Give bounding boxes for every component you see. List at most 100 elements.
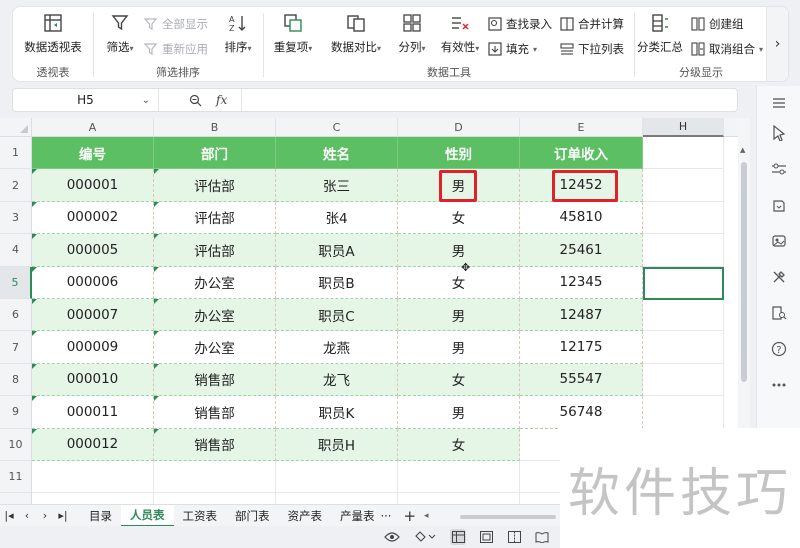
sheet-tab[interactable]: 资产表 — [279, 505, 332, 527]
table-cell[interactable]: 000001 — [32, 169, 154, 202]
table-cell[interactable]: 男 — [398, 396, 520, 429]
table-cell[interactable]: 45810 — [520, 201, 643, 235]
table-cell[interactable]: 销售部 — [154, 363, 276, 397]
row-header[interactable]: 4 — [0, 234, 32, 267]
table-cell[interactable]: 销售部 — [154, 428, 276, 461]
table-header-cell[interactable]: 性别 — [398, 137, 520, 170]
reapply-button[interactable]: 重新应用 — [144, 40, 208, 58]
first-sheet-icon[interactable]: |◂ — [0, 509, 18, 522]
table-cell[interactable]: 女 — [398, 428, 520, 461]
table-cell[interactable]: 男 — [398, 299, 520, 332]
table-cell[interactable]: 办公室 — [154, 299, 276, 332]
table-cell[interactable]: 000011 — [32, 396, 154, 429]
empty-cell[interactable] — [643, 363, 724, 397]
empty-cell[interactable] — [643, 234, 724, 267]
column-header[interactable]: C — [276, 118, 398, 137]
row-header[interactable]: 1 — [0, 137, 32, 170]
sheet-tab[interactable]: 目录 — [80, 505, 121, 527]
sheet-tab[interactable]: 工资表 — [174, 505, 227, 527]
add-sheet-button[interactable]: + — [395, 507, 424, 525]
ribbon-scroll-right-button[interactable]: › — [766, 7, 788, 81]
table-cell[interactable]: 张4 — [276, 201, 398, 235]
help-icon[interactable]: ? — [768, 338, 790, 360]
empty-cell[interactable] — [154, 461, 276, 494]
table-cell[interactable]: 女 — [398, 201, 520, 235]
create-group-button[interactable]: 创建组 — [691, 15, 744, 33]
chevron-down-icon[interactable]: ⌄ — [142, 95, 150, 106]
empty-cell[interactable] — [643, 169, 724, 202]
reading-mode-icon[interactable] — [534, 529, 550, 545]
eye-protection-icon[interactable] — [384, 529, 400, 545]
validation-button[interactable]: 有效性▾ — [436, 13, 484, 55]
table-cell[interactable]: 55547 — [520, 363, 643, 397]
table-cell[interactable]: 000010 — [32, 363, 154, 397]
table-header-cell[interactable]: 姓名 — [276, 137, 398, 170]
sheet-tab[interactable]: 部门表 — [226, 505, 279, 527]
table-cell[interactable]: 000002 — [32, 201, 154, 235]
table-cell[interactable]: 12345 — [520, 266, 643, 299]
empty-cell[interactable] — [276, 493, 398, 504]
scroll-left-icon[interactable]: ◂ — [424, 511, 429, 521]
select-all-corner[interactable] — [0, 118, 32, 137]
split-column-button[interactable]: 分列▾ — [392, 13, 432, 55]
empty-cell[interactable] — [398, 493, 520, 504]
table-cell[interactable]: 000005 — [32, 234, 154, 267]
row-header[interactable]: 8 — [0, 363, 32, 397]
next-sheet-icon[interactable]: › — [36, 509, 54, 522]
table-cell[interactable]: 评估部 — [154, 201, 276, 235]
row-header[interactable]: 9 — [0, 396, 32, 429]
last-sheet-icon[interactable]: ▸| — [54, 509, 72, 522]
empty-cell[interactable] — [32, 493, 154, 504]
row-header[interactable]: 12 — [0, 493, 32, 504]
backup-icon[interactable] — [768, 194, 790, 216]
table-cell[interactable]: 销售部 — [154, 396, 276, 429]
empty-cell[interactable] — [398, 461, 520, 494]
empty-cell[interactable] — [154, 493, 276, 504]
empty-cell[interactable] — [32, 461, 154, 494]
scroll-up-icon[interactable]: ▲ — [740, 146, 745, 154]
row-header[interactable]: 11 — [0, 461, 32, 494]
table-cell[interactable]: 职员K — [276, 396, 398, 429]
table-cell[interactable]: 25461 — [520, 234, 643, 267]
table-cell[interactable]: 56748 — [520, 396, 643, 429]
table-cell[interactable]: 评估部 — [154, 234, 276, 267]
row-header[interactable]: 2 — [0, 169, 32, 202]
column-header[interactable]: A — [32, 118, 154, 137]
table-header-cell[interactable]: 编号 — [32, 137, 154, 170]
ungroup-button[interactable]: 取消组合 ▾ — [691, 40, 763, 58]
table-cell[interactable]: 职员H — [276, 428, 398, 461]
dropdown-list-button[interactable]: 下拉列表 — [560, 40, 624, 58]
fill-button[interactable]: 填充 ▾ — [488, 40, 537, 58]
table-cell[interactable]: 000012 — [32, 428, 154, 461]
empty-cell[interactable] — [643, 137, 724, 170]
fill-color-icon[interactable] — [412, 529, 438, 545]
table-cell[interactable]: 男 — [398, 234, 520, 267]
empty-cell[interactable] — [643, 396, 724, 429]
row-header[interactable]: 5 — [0, 266, 32, 299]
page-layout-icon[interactable] — [478, 529, 494, 545]
table-cell[interactable]: 女 — [398, 363, 520, 397]
empty-cell[interactable] — [643, 299, 724, 332]
scrollbar-thumb[interactable] — [741, 162, 747, 382]
table-cell[interactable]: 12175 — [520, 331, 643, 364]
row-header[interactable]: 10 — [0, 428, 32, 461]
data-compare-button[interactable]: 数据对比▾ — [326, 13, 386, 55]
column-header[interactable]: B — [154, 118, 276, 137]
empty-cell[interactable] — [643, 201, 724, 235]
table-cell[interactable]: 龙燕 — [276, 331, 398, 364]
prev-sheet-icon[interactable]: ‹ — [18, 509, 36, 522]
table-cell[interactable]: 办公室 — [154, 266, 276, 299]
selected-cell-h5[interactable] — [643, 266, 724, 300]
table-cell[interactable]: 男 — [398, 331, 520, 364]
table-cell[interactable]: 龙飞 — [276, 363, 398, 397]
show-all-button[interactable]: 全部显示 — [144, 15, 208, 33]
row-header[interactable]: 6 — [0, 299, 32, 332]
table-header-cell[interactable]: 部门 — [154, 137, 276, 170]
column-header[interactable]: D — [398, 118, 520, 137]
table-cell[interactable]: 评估部 — [154, 169, 276, 202]
sort-button[interactable]: AZ 排序▾ — [218, 13, 258, 55]
table-cell[interactable]: 女 — [398, 266, 520, 299]
normal-view-icon[interactable] — [450, 529, 466, 545]
find-entry-button[interactable]: 查找录入 — [488, 15, 552, 33]
tools-icon[interactable] — [768, 266, 790, 288]
